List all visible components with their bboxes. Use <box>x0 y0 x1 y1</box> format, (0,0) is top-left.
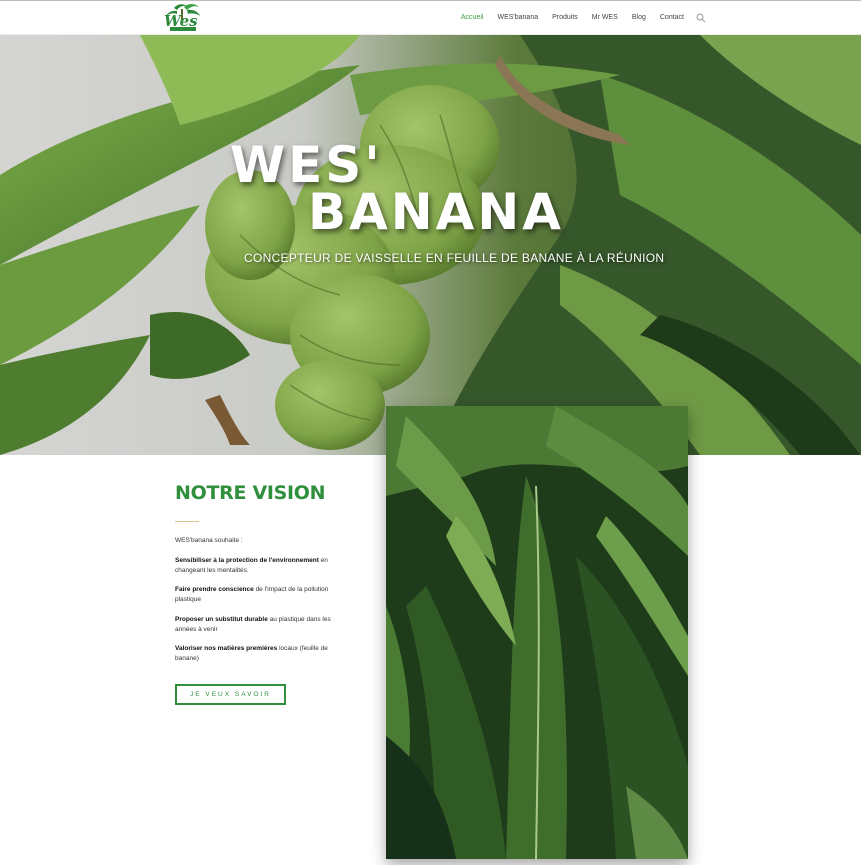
vision-item: Proposer un substitut durable au plastiq… <box>175 615 331 633</box>
nav-item-mr-wes[interactable]: Mr WES <box>592 14 618 21</box>
wes-banana-logo[interactable]: Wes <box>160 2 204 32</box>
hero-subtitle: CONCEPTEUR DE VAISSELLE EN FEUILLE DE BA… <box>244 251 665 265</box>
nav-item-wes-banana[interactable]: WES'banana <box>497 14 538 21</box>
vision-divider <box>175 521 199 522</box>
hero-banana-image <box>0 35 861 455</box>
nav-item-produits[interactable]: Produits <box>552 14 578 21</box>
main-nav: Accueil WES'banana Produits Mr WES Blog … <box>447 1 706 34</box>
nav-item-blog[interactable]: Blog <box>632 14 646 21</box>
vision-item: Sensibiliser à la protection de l'enviro… <box>175 556 328 574</box>
site-header: Wes Accueil WES'banana Produits Mr WES B… <box>0 1 861 35</box>
search-icon[interactable] <box>696 13 706 23</box>
vision-title: NOTRE VISION <box>175 482 326 504</box>
nav-item-accueil[interactable]: Accueil <box>461 14 484 21</box>
vision-item: Valoriser nos matières premières locaux … <box>175 645 328 662</box>
vision-text: WES'banana souhaite : Sensibiliser à la … <box>175 536 340 674</box>
je-veux-savoir-button[interactable]: JE VEUX SAVOIR <box>175 684 286 705</box>
nav-item-contact[interactable]: Contact <box>660 14 684 21</box>
vision-item: Faire prendre conscience de l'impact de … <box>175 586 329 603</box>
vision-intro: WES'banana souhaite : <box>175 537 243 544</box>
banana-leaves-photo <box>386 406 688 859</box>
hero-title-line2: BANANA <box>308 183 564 241</box>
hero-banner: WES' BANANA CONCEPTEUR DE VAISSELLE EN F… <box>0 35 861 455</box>
